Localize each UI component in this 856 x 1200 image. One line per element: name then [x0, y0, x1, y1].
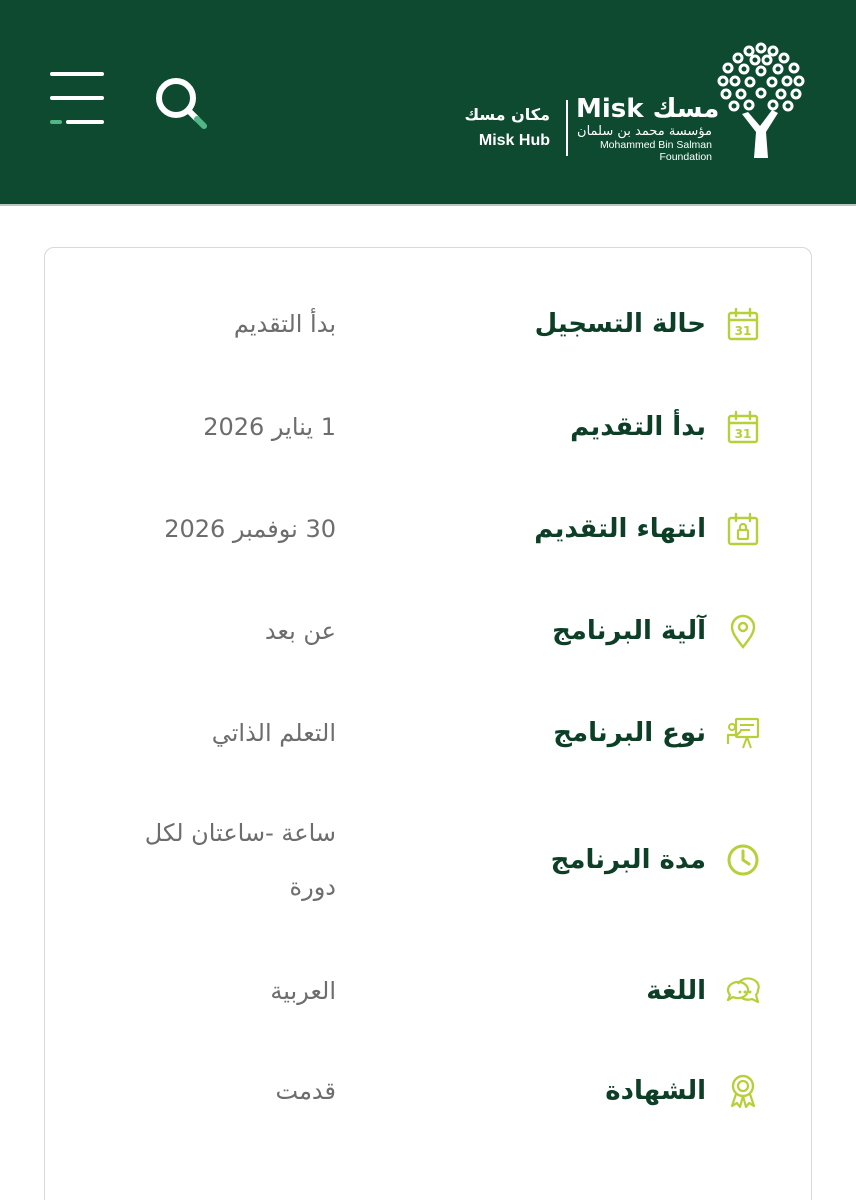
detail-label: حالة التسجيل: [534, 309, 706, 339]
site-header: مكان مسك Misk Hub Misk مسك مؤسسة محمد بن…: [0, 0, 856, 206]
search-button[interactable]: [152, 74, 210, 132]
presentation-board-icon: [724, 714, 762, 752]
calendar-lock-icon: [724, 510, 762, 548]
detail-label: بدأ التقديم: [570, 412, 706, 442]
detail-row: نوع البرنامج التعلم الذاتي: [0, 704, 856, 762]
detail-value: 1 يناير 2026: [203, 413, 336, 441]
detail-row: مدة البرنامج ساعة -ساعتان لكل دورة: [0, 806, 856, 914]
detail-label: اللغة: [646, 976, 706, 1006]
detail-row: 31 بدأ التقديم 1 يناير 2026: [0, 398, 856, 456]
search-icon: [156, 78, 207, 129]
detail-label: انتهاء التقديم: [534, 514, 706, 544]
foundation-name-en-line1: Mohammed Bin Salman: [599, 139, 712, 151]
detail-value: بدأ التقديم: [233, 310, 336, 338]
calendar-icon: 31: [724, 305, 762, 343]
calendar-icon: 31: [724, 408, 762, 446]
misk-tree-logo-icon: [717, 42, 805, 158]
detail-value: التعلم الذاتي: [211, 719, 336, 747]
misk-hub-link[interactable]: مكان مسك Misk Hub: [444, 104, 550, 152]
detail-label: الشهادة: [605, 1076, 706, 1106]
detail-value: ساعة -ساعتان لكل دورة: [144, 819, 336, 901]
logo-divider: [566, 100, 568, 156]
detail-row: اللغة العربية: [0, 962, 856, 1020]
detail-row: الشهادة قدمت: [0, 1062, 856, 1120]
detail-row: 31 حالة التسجيل بدأ التقديم: [0, 295, 856, 353]
hub-name-ar: مكان مسك: [464, 105, 550, 124]
svg-text:31: 31: [735, 324, 752, 338]
chat-bubbles-icon: [724, 972, 762, 1010]
detail-value: قدمت: [275, 1077, 337, 1105]
detail-label: مدة البرنامج: [550, 845, 706, 875]
misk-brand[interactable]: Misk مسك مؤسسة محمد بن سلمان Mohammed Bi…: [576, 94, 720, 163]
hub-name-en: Misk Hub: [478, 132, 550, 149]
foundation-name-en-line2: Foundation: [659, 151, 712, 163]
detail-row: انتهاء التقديم 30 نوفمبر 2026: [0, 500, 856, 558]
menu-button[interactable]: [50, 72, 104, 128]
detail-value: العربية: [270, 977, 336, 1005]
detail-row: آلية البرنامج عن بعد: [0, 602, 856, 660]
location-pin-icon: [724, 612, 762, 650]
award-badge-icon: [724, 1072, 762, 1110]
brand-name: Misk مسك: [576, 94, 720, 124]
clock-icon: [724, 841, 762, 879]
detail-label: آلية البرنامج: [552, 616, 706, 646]
detail-value: عن بعد: [264, 617, 336, 645]
svg-text:31: 31: [735, 427, 752, 441]
detail-value: 30 نوفمبر 2026: [164, 515, 336, 543]
detail-label: نوع البرنامج: [553, 718, 706, 748]
foundation-name-ar: مؤسسة محمد بن سلمان: [577, 124, 712, 139]
